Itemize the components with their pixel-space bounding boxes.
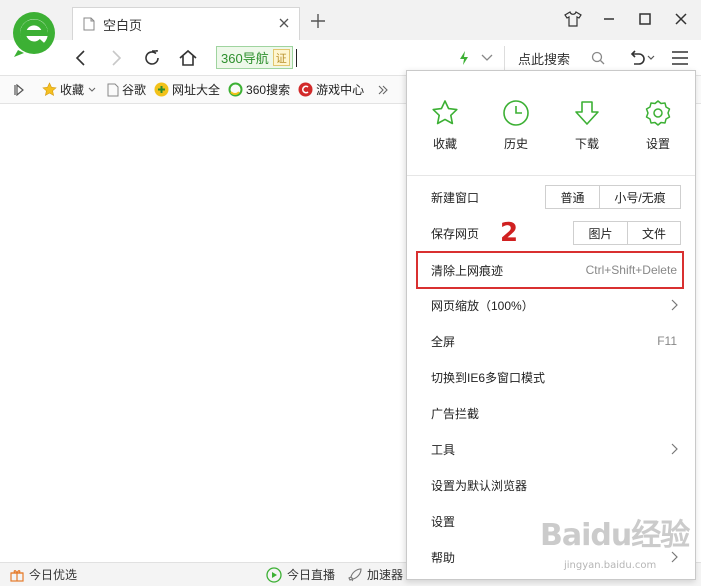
menu-download-button[interactable]: 下载 xyxy=(562,99,612,152)
360-search-icon xyxy=(228,82,243,97)
bookmark-360-search[interactable]: 360搜索 xyxy=(228,81,290,98)
minimize-button[interactable] xyxy=(598,8,620,30)
page-icon xyxy=(83,17,95,31)
forward-button[interactable] xyxy=(103,45,129,71)
gift-icon xyxy=(10,569,24,582)
tab-title: 空白页 xyxy=(103,17,143,33)
minimize-icon xyxy=(604,18,614,20)
browser-logo-icon[interactable] xyxy=(10,10,58,58)
page-icon xyxy=(107,83,119,96)
annotation-highlight-box xyxy=(416,251,684,289)
menu-ie6-mode[interactable]: 切换到IE6多窗口模式 xyxy=(407,359,695,395)
undo-icon xyxy=(630,50,645,65)
lightning-icon xyxy=(460,51,468,65)
bookmark-favorites[interactable]: 收藏 xyxy=(42,81,99,98)
main-menu-dropdown: 收藏 历史 下载 设置 新建窗口 普通 小号/无痕 保存网页 图片 文件 清除上… xyxy=(406,70,696,580)
menu-default-browser[interactable]: 设置为默认浏览器 xyxy=(407,467,695,503)
menu-button[interactable] xyxy=(667,45,693,71)
watermark: Baidu经验 jingyan.baidu.com xyxy=(540,510,690,571)
menu-new-window: 新建窗口 普通 小号/无痕 xyxy=(407,179,695,215)
today-live[interactable]: 今日直播 xyxy=(266,566,335,583)
shortcut-label: F11 xyxy=(657,334,677,348)
save-as-image-button[interactable]: 图片 xyxy=(574,222,627,244)
menu-settings-button[interactable]: 设置 xyxy=(633,99,683,152)
search-placeholder: 点此搜索 xyxy=(518,51,571,67)
menu-tools[interactable]: 工具 xyxy=(407,431,695,467)
menu-save-page: 保存网页 图片 文件 xyxy=(407,215,695,251)
verified-badge: 证 xyxy=(272,49,290,66)
watermark-logo: Baidu经验 xyxy=(540,518,690,553)
gear-icon xyxy=(645,100,671,126)
sidebar-toggle-icon[interactable] xyxy=(14,83,24,96)
360-nav-label: 360导航 xyxy=(221,51,269,66)
close-window-button[interactable] xyxy=(670,8,692,30)
back-button[interactable] xyxy=(68,45,94,71)
double-chevron-right-icon[interactable] xyxy=(378,85,388,95)
star-icon xyxy=(432,100,458,125)
close-icon xyxy=(675,13,687,25)
360-nav-badge[interactable]: 360导航 证 xyxy=(216,46,293,69)
chevron-down-icon xyxy=(88,87,96,92)
skin-button[interactable] xyxy=(562,8,584,30)
chevron-down-icon xyxy=(481,54,493,61)
game-center-icon xyxy=(298,82,313,97)
bookmark-game-center[interactable]: 游戏中心 xyxy=(298,81,364,98)
today-picks[interactable]: 今日优选 xyxy=(10,566,77,583)
save-as-file-button[interactable]: 文件 xyxy=(627,222,680,244)
maximize-icon xyxy=(639,13,651,25)
close-icon[interactable] xyxy=(277,16,291,30)
360-nav-icon xyxy=(154,82,169,97)
menu-history-button[interactable]: 历史 xyxy=(491,99,541,152)
search-icon xyxy=(591,51,605,65)
home-icon xyxy=(179,49,197,66)
menu-zoom[interactable]: 网页缩放（100%） xyxy=(407,287,695,323)
save-page-options: 图片 文件 xyxy=(573,221,681,245)
new-window-incognito-button[interactable]: 小号/无痕 xyxy=(599,186,680,208)
new-window-normal-button[interactable]: 普通 xyxy=(546,186,599,208)
speed-mode-dropdown[interactable] xyxy=(474,45,500,71)
tab-blank-page[interactable]: 空白页 xyxy=(72,7,300,40)
bookmark-site-directory[interactable]: 网址大全 xyxy=(154,81,220,98)
play-icon xyxy=(266,566,282,583)
shirt-icon xyxy=(564,11,582,27)
chevron-right-icon xyxy=(671,443,678,455)
menu-ad-block[interactable]: 广告拦截 xyxy=(407,395,695,431)
new-window-options: 普通 小号/无痕 xyxy=(545,185,681,209)
accelerator[interactable]: 加速器 xyxy=(348,566,403,583)
address-input[interactable] xyxy=(296,49,297,67)
star-icon xyxy=(42,82,57,97)
hamburger-icon xyxy=(672,51,688,65)
bookmark-google[interactable]: 谷歌 xyxy=(107,81,146,98)
arrow-left-icon xyxy=(75,50,85,66)
clock-icon xyxy=(503,100,529,126)
annotation-step-number: 2 xyxy=(500,218,519,248)
watermark-url: jingyan.baidu.com xyxy=(564,560,657,571)
refresh-button[interactable] xyxy=(139,45,165,71)
new-tab-icon[interactable] xyxy=(309,12,327,30)
rocket-icon xyxy=(348,567,362,581)
menu-favorites-button[interactable]: 收藏 xyxy=(420,99,470,152)
download-icon xyxy=(575,101,599,125)
menu-fullscreen[interactable]: 全屏 F11 xyxy=(407,323,695,359)
maximize-button[interactable] xyxy=(634,8,656,30)
chevron-right-icon xyxy=(671,299,678,311)
arrow-right-icon xyxy=(112,50,122,66)
search-button[interactable] xyxy=(585,45,611,71)
menu-quick-actions: 收藏 历史 下载 设置 xyxy=(407,71,695,176)
chevron-down-icon xyxy=(647,55,655,60)
home-button[interactable] xyxy=(175,45,201,71)
refresh-icon xyxy=(145,50,159,65)
title-bar: 空白页 xyxy=(0,0,701,40)
undo-dropdown[interactable] xyxy=(645,45,657,71)
